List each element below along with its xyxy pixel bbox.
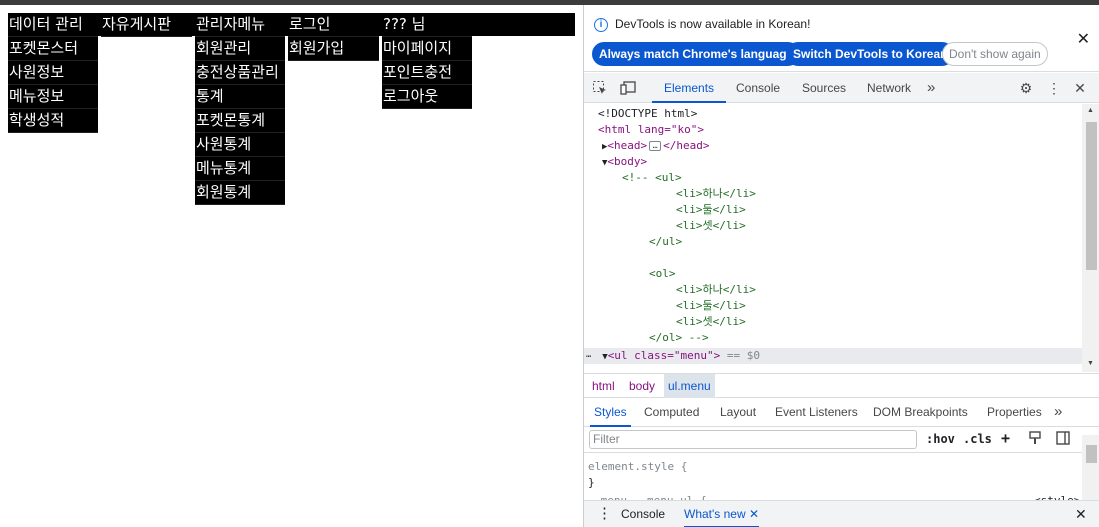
dom-node[interactable]: <html lang="ko"> [598,122,704,138]
tab-elements[interactable]: Elements [652,73,727,103]
breadcrumb: html body ul.menu [584,373,1099,398]
submenu-item[interactable]: 로그아웃 [382,85,472,109]
filter-input[interactable]: Filter [589,430,917,449]
dont-show-again-button[interactable]: Don't show again [942,42,1048,66]
submenu-item[interactable]: 마이페이지 [382,37,472,61]
dom-comment: <ol> [649,267,676,280]
menu-top-item[interactable]: 자유게시판 [101,13,192,37]
dom-scrollbar[interactable]: ▲ ▼ [1082,104,1099,372]
submenu-item[interactable]: 통계 [195,85,285,109]
close-drawer-icon[interactable]: ✕ [1075,501,1087,527]
submenu-item[interactable]: 포켓몬통계 [195,109,285,133]
dom-node[interactable]: <!DOCTYPE html> [598,106,697,122]
dom-comment: <li>셋</li> [676,219,746,232]
selected-dom-node[interactable]: ⋯ ▼<ul class="menu"> == $0 [586,348,760,364]
styles-subtabs: Styles Computed Layout Event Listeners D… [584,399,1099,427]
scroll-down-icon[interactable]: ▼ [1087,360,1094,367]
match-language-button[interactable]: Always match Chrome's language [592,42,801,66]
tab-console[interactable]: Console [736,73,780,103]
class-toggle[interactable]: .cls [963,432,992,446]
drawer-tabbar: ⋮ Console What's new ✕ ✕ [584,500,1099,527]
dom-comment: <li>둘</li> [676,299,746,312]
drawer-tab-whats-new[interactable]: What's new ✕ [684,501,760,527]
rendered-page: 데이터 관리 포켓몬스터 사원정보 메뉴정보 학생성적 자유게시판 관리자메뉴 … [0,5,583,527]
menu-column-board: 자유게시판 [101,13,192,37]
element-style-rule[interactable]: element.style { [588,459,687,475]
switch-korean-button[interactable]: Switch DevTools to Korean [786,42,955,66]
submenu-item[interactable]: 학생성적 [8,109,98,133]
tab-event-listeners[interactable]: Event Listeners [775,399,858,427]
dom-tree: <!DOCTYPE html> <html lang="ko"> ▶<head>… [584,104,1082,372]
dom-comment: <li>하나</li> [676,283,756,296]
drawer-menu-icon[interactable]: ⋮ [597,501,612,527]
hover-state-toggle[interactable]: :hov [926,432,955,446]
close-tab-icon[interactable]: ✕ [749,507,759,521]
devtools-panel: i DevTools is now available in Korean! ✕… [583,5,1099,527]
devtools-tabbar: Elements Console Sources Network » ⚙ ⋮ ✕ [584,73,1099,103]
submenu-item[interactable]: 메뉴통계 [195,157,285,181]
submenu-item[interactable]: 충전상품관리 [195,61,285,85]
menu-column-data: 데이터 관리 포켓몬스터 사원정보 메뉴정보 학생성적 [8,13,98,133]
tab-styles[interactable]: Styles [590,399,631,427]
submenu-item[interactable]: 회원관리 [195,37,285,61]
dom-comment: <li>하나</li> [676,187,756,200]
drawer-tab-console[interactable]: Console [621,501,665,527]
close-devtools-icon[interactable]: ✕ [1072,80,1088,96]
breadcrumb-item[interactable]: html [588,374,619,398]
submenu-item[interactable]: 사원통계 [195,133,285,157]
dom-comment: <li>셋</li> [676,315,746,328]
breadcrumb-item-active[interactable]: ul.menu [664,374,715,398]
tab-computed[interactable]: Computed [644,399,699,427]
submenu-item[interactable]: 회원가입 [288,37,379,61]
dom-comment: <li>둘</li> [676,203,746,216]
more-subtabs-icon[interactable]: » [1054,399,1062,427]
dom-comment: </ul> [649,235,683,248]
scroll-thumb[interactable] [1086,122,1097,270]
scroll-up-icon[interactable]: ▲ [1087,107,1094,114]
device-toolbar-icon[interactable] [620,80,636,96]
menu-column-user: ??? 님 마이페이지 포인트충전 로그아웃 [382,13,472,109]
menu-top-item[interactable]: 관리자메뉴 [195,13,285,37]
styles-scrollbar[interactable] [1082,435,1099,505]
close-icon[interactable]: ✕ [1077,29,1090,49]
language-infobar: i DevTools is now available in Korean! ✕… [584,5,1099,72]
scroll-thumb[interactable] [1086,445,1097,463]
gear-icon[interactable]: ⚙ [1018,80,1034,96]
rule-close: } [588,476,595,489]
menu-column-admin: 관리자메뉴 회원관리 충전상품관리 통계 포켓몬통계 사원통계 메뉴통계 회원통… [195,13,285,205]
tab-network[interactable]: Network [867,73,911,103]
infobar-message: DevTools is now available in Korean! [615,17,811,31]
submenu-item[interactable]: 메뉴정보 [8,85,98,109]
dom-node[interactable]: ▶<head>… </head> [602,138,710,154]
submenu-item[interactable]: 포켓몬스터 [8,37,98,61]
tab-sources[interactable]: Sources [802,73,846,103]
info-icon: i [594,18,608,32]
more-tabs-icon[interactable]: » [927,73,935,103]
tab-dom-breakpoints[interactable]: DOM Breakpoints [873,399,968,427]
more-options-icon[interactable]: ⋮ [1046,80,1062,96]
dom-comment: </ol> --> [649,331,709,344]
menu-top-item[interactable]: ??? 님 [382,13,472,37]
sidebar-toggle-icon[interactable] [1056,431,1070,448]
styles-toolbar: Filter :hov .cls + [584,427,1099,453]
menu-top-item[interactable]: 데이터 관리 [8,13,98,37]
styles-pane: element.style { } .menu, .menu ul { <sty… [584,453,1082,507]
menu-top-item[interactable]: 로그인 [288,13,379,37]
submenu-item[interactable]: 회원통계 [195,181,285,205]
tab-layout[interactable]: Layout [720,399,756,427]
tab-properties[interactable]: Properties [987,399,1042,427]
breadcrumb-item[interactable]: body [625,374,659,398]
ellipsis-icon[interactable]: … [649,141,662,151]
dom-node[interactable]: ▼<body> [602,154,647,170]
menu-column-login: 로그인 회원가입 [288,13,379,61]
submenu-item[interactable]: 사원정보 [8,61,98,85]
add-rule-icon[interactable]: + [1001,429,1010,447]
paint-bucket-icon[interactable] [1028,431,1042,448]
inspect-element-icon[interactable] [592,80,608,96]
submenu-item[interactable]: 포인트충전 [382,61,472,85]
dom-comment[interactable]: <!-- <ul> [622,170,682,186]
